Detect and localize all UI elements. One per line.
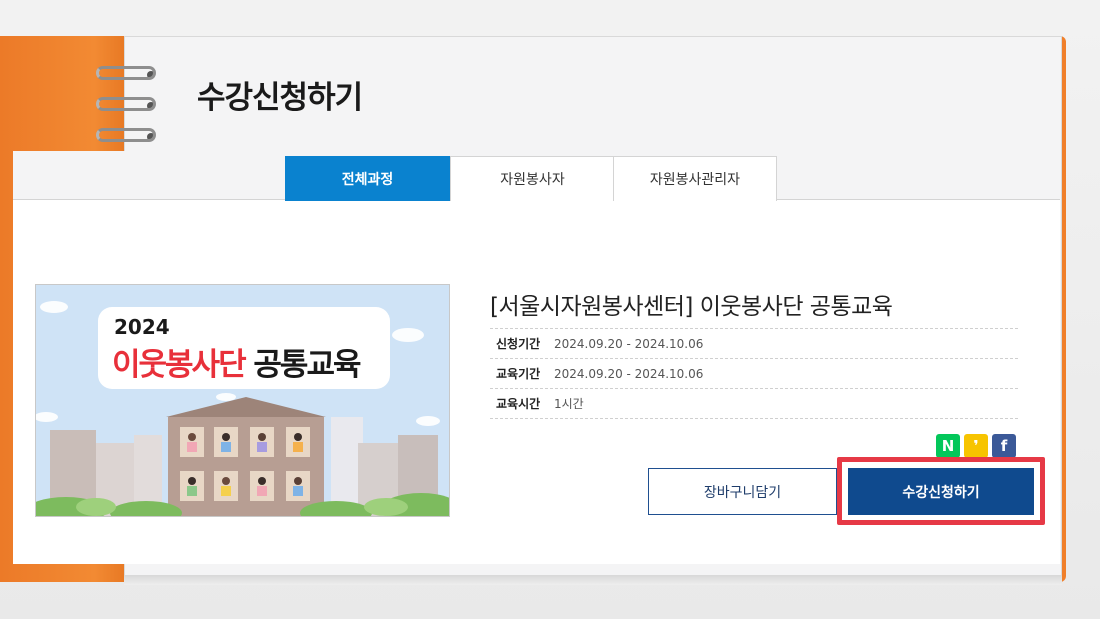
tab-all-courses[interactable]: 전체과정 (285, 156, 450, 201)
apply-button-highlight (837, 457, 1045, 525)
tab-bar: 전체과정 자원봉사자 자원봉사관리자 (13, 151, 1060, 201)
info-row-education-period: 교육기간 2024.09.20 - 2024.10.06 (490, 359, 1018, 389)
add-to-cart-button[interactable]: 장바구니담기 (648, 468, 837, 515)
page-title: 수강신청하기 (197, 80, 363, 116)
banner-year: 2024 (114, 315, 170, 339)
kakao-share-icon[interactable]: ❜ (964, 434, 988, 458)
info-value: 2024.09.20 - 2024.10.06 (554, 366, 704, 381)
info-label: 교육시간 (496, 397, 541, 411)
binder-ring (96, 128, 156, 142)
binder-ring (96, 97, 156, 111)
tab-volunteer[interactable]: 자원봉사자 (450, 156, 615, 201)
binder-ring (96, 66, 156, 80)
info-row-application-period: 신청기간 2024.09.20 - 2024.10.06 (490, 329, 1018, 359)
naver-share-icon[interactable]: N (936, 434, 960, 458)
banner-title-black: 공통교육 (253, 347, 361, 383)
info-row-education-time: 교육시간 1시간 (490, 389, 1018, 419)
course-title: [서울시자원봉사센터] 이웃봉사단 공통교육 (490, 294, 893, 320)
course-info-table: 신청기간 2024.09.20 - 2024.10.06 교육기간 2024.0… (490, 328, 1018, 419)
course-thumbnail[interactable]: 2024 이웃봉사단 공통교육 (35, 284, 450, 517)
info-label: 교육기간 (496, 367, 541, 381)
page-shadow (124, 575, 1062, 585)
banner-title: 이웃봉사단 공통교육 (112, 339, 362, 384)
course-panel: 전체과정 자원봉사자 자원봉사관리자 2024 이웃봉사단 공통교육 [서울시자… (13, 151, 1060, 564)
info-value: 2024.09.20 - 2024.10.06 (554, 336, 704, 351)
banner-title-red: 이웃봉사단 (112, 347, 247, 383)
facebook-share-icon[interactable]: f (992, 434, 1016, 458)
info-value: 1시간 (554, 397, 584, 411)
tab-volunteer-manager[interactable]: 자원봉사관리자 (613, 156, 777, 201)
info-label: 신청기간 (496, 337, 541, 351)
